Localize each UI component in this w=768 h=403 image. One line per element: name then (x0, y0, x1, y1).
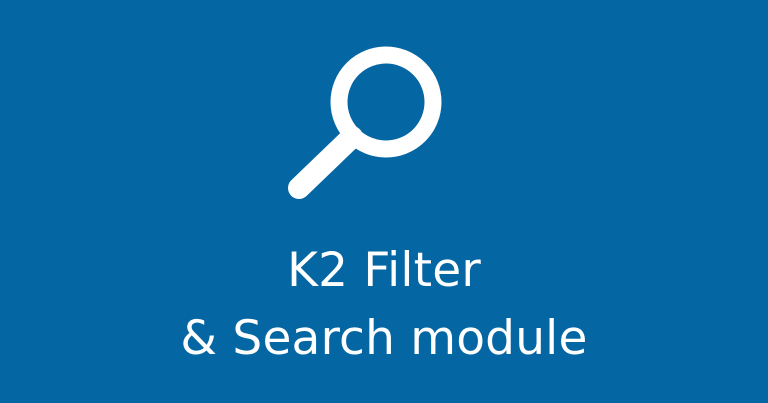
banner: K2 Filter & Search module (0, 0, 768, 403)
title-line-2: & Search module (180, 311, 588, 366)
title-line-1: K2 Filter (287, 243, 481, 298)
search-icon (285, 40, 455, 200)
